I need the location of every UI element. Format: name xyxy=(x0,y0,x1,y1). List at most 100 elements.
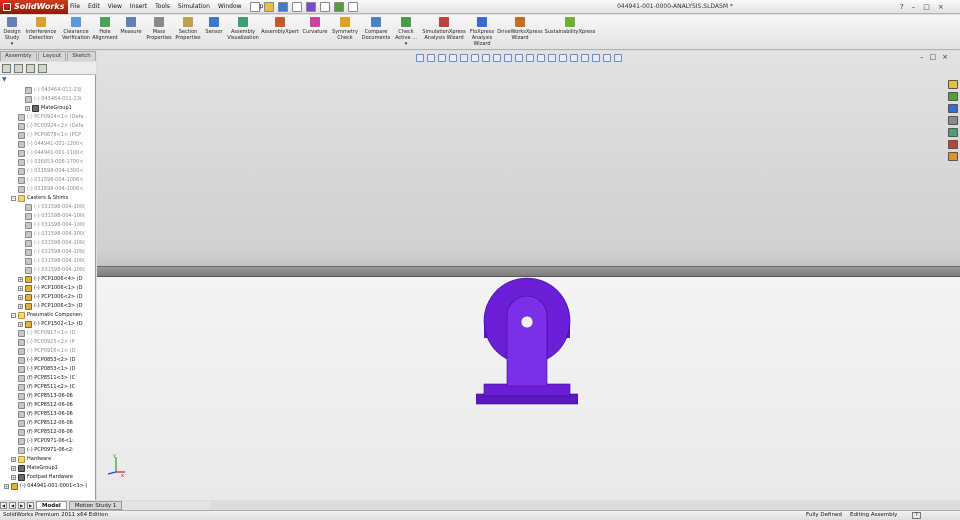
rotate-icon[interactable] xyxy=(526,54,534,62)
tree-item[interactable]: (-) PCP0916<1> (D xyxy=(18,347,76,356)
tab-model[interactable]: Model xyxy=(36,501,67,510)
edit-appearance-icon[interactable] xyxy=(493,54,501,62)
perspective-icon[interactable] xyxy=(570,54,578,62)
options-icon[interactable] xyxy=(348,2,358,12)
ribbon-button-8[interactable]: Assembly Visualization xyxy=(227,17,259,41)
expand-toggle-icon[interactable]: + xyxy=(18,286,23,291)
tree-item[interactable]: (-) 031598-004-100( xyxy=(25,266,85,275)
filter-icon[interactable]: ▼ xyxy=(2,76,14,84)
tree-item[interactable]: + (-) PCP1006<1> (D xyxy=(18,284,83,293)
ribbon-button-14[interactable]: SimulationXpress Analysis Wizard xyxy=(422,17,466,41)
ribbon-button-15[interactable]: FloXpress Analysis Wizard xyxy=(468,17,496,47)
tree-item[interactable]: + (-) PCP1502<1> (D xyxy=(18,320,83,329)
menu-window[interactable]: Window xyxy=(218,0,242,14)
display-style-icon[interactable] xyxy=(471,54,479,62)
rebuild-icon[interactable] xyxy=(334,2,344,12)
tree-item[interactable]: (-) 031598-004-1300< xyxy=(18,167,83,176)
ribbon-button-7[interactable]: Sensor xyxy=(204,17,224,35)
ribbon-button-13[interactable]: Check Active ... ▾ xyxy=(394,17,418,47)
tree-item[interactable]: (-) 031598-004-100( xyxy=(25,221,85,230)
expand-toggle-icon[interactable]: – xyxy=(11,313,16,318)
ribbon-button-1[interactable]: Interference Detection xyxy=(26,17,56,41)
tree-item[interactable]: (-) 036853-006-1700< xyxy=(18,158,83,167)
lights-icon[interactable] xyxy=(603,54,611,62)
tree-item[interactable]: (-) 031598-004-1006< xyxy=(18,185,83,194)
ribbon-button-5[interactable]: Mass Properties xyxy=(146,17,172,41)
tree-item[interactable]: – Pneumatic Componen xyxy=(11,311,82,320)
appearances-icon[interactable] xyxy=(948,140,958,149)
tab-motion-study[interactable]: Motion Study 1 xyxy=(68,501,123,510)
tab-sketch[interactable]: Sketch xyxy=(67,51,96,61)
tree-item[interactable]: (-) PCP0917<1> (D xyxy=(18,329,76,338)
view-settings-icon[interactable] xyxy=(515,54,523,62)
tree-item[interactable]: (-) 044941-001-1100< xyxy=(18,149,83,158)
select-icon[interactable] xyxy=(320,2,330,12)
tree-item[interactable]: (-) PCP0924<2> (Defa xyxy=(18,122,83,131)
expand-toggle-icon[interactable]: + xyxy=(11,457,16,462)
shadows-icon[interactable] xyxy=(559,54,567,62)
print-icon[interactable] xyxy=(292,2,302,12)
tree-item[interactable]: + Hardware xyxy=(11,455,51,464)
expand-toggle-icon[interactable]: + xyxy=(18,322,23,327)
tree-item[interactable]: (-) PCP0971-06<2: xyxy=(18,446,74,455)
minimize-button[interactable]: – xyxy=(912,0,916,14)
expand-toggle-icon[interactable]: + xyxy=(18,295,23,300)
tree-item[interactable]: (-) PCP0853<1> (D xyxy=(18,365,76,374)
ribbon-button-16[interactable]: DriveWorksXpress Wizard xyxy=(497,17,543,41)
tree-item[interactable]: (-) PCP0853<2> (D xyxy=(18,356,76,365)
pan-icon[interactable] xyxy=(537,54,545,62)
expand-toggle-icon[interactable]: – xyxy=(11,196,16,201)
tree-item[interactable]: (-) 044941-001-1200< xyxy=(18,140,83,149)
tree-item[interactable]: (f) PCP8511<2> (C xyxy=(18,383,75,392)
view-palette-icon[interactable] xyxy=(948,128,958,137)
ribbon-dropdown-icon[interactable]: ▾ xyxy=(405,41,408,47)
expand-toggle-icon[interactable]: + xyxy=(4,484,9,489)
tree-item[interactable]: (-) 031598-004-100( xyxy=(25,248,85,257)
menu-tools[interactable]: Tools xyxy=(155,0,170,14)
tree-item[interactable]: + Footpad Hardware xyxy=(11,473,73,482)
expand-toggle-icon[interactable]: + xyxy=(18,304,23,309)
tree-item[interactable]: + (-) PCP1006<3> (D xyxy=(18,302,83,311)
tree-item[interactable]: (f) PCP8513-06-06 xyxy=(18,392,73,401)
solidworks-logo[interactable]: SolidWorks xyxy=(0,0,68,14)
new-document-icon[interactable] xyxy=(250,2,260,12)
zoom-area-icon[interactable] xyxy=(427,54,435,62)
expand-toggle-icon[interactable]: + xyxy=(18,277,23,282)
tree-item[interactable]: (-) 031598-004-100( xyxy=(25,239,85,248)
tree-item[interactable]: (f) PCP8513-06-06 xyxy=(18,410,73,419)
previous-view-icon[interactable] xyxy=(438,54,446,62)
tree-item[interactable]: (-) 043464-011-23( xyxy=(25,95,82,104)
custom-properties-icon[interactable] xyxy=(948,152,958,161)
ribbon-button-6[interactable]: Section Properties xyxy=(175,17,201,41)
menu-view[interactable]: View xyxy=(108,0,122,14)
close-button[interactable]: × xyxy=(938,0,944,14)
status-help-icon[interactable]: ? xyxy=(912,512,921,519)
tree-item[interactable]: + (-) 044941-001-0001<1> ( xyxy=(4,482,87,491)
ribbon-button-17[interactable]: SustainabilityXpress xyxy=(545,17,595,35)
caster-model[interactable] xyxy=(476,276,578,406)
cartoon-icon[interactable] xyxy=(581,54,589,62)
next-tab-arrow-icon[interactable]: ▶ xyxy=(18,502,25,509)
viewport-close-button[interactable]: × xyxy=(942,53,948,61)
last-tab-arrow-icon[interactable]: ▶ xyxy=(27,502,34,509)
tree-item[interactable]: (f) PCP8512-06-06 xyxy=(18,419,73,428)
tree-item[interactable]: (f) PCP8511<3> (C xyxy=(18,374,75,383)
configuration-manager-icon[interactable] xyxy=(26,64,35,73)
tree-item[interactable]: + (-) PCP1006<4> (D xyxy=(18,275,83,284)
ribbon-button-4[interactable]: Measure xyxy=(120,17,142,35)
menu-file[interactable]: File xyxy=(70,0,80,14)
resources-icon[interactable] xyxy=(948,80,958,89)
property-manager-icon[interactable] xyxy=(14,64,23,73)
save-icon[interactable] xyxy=(278,2,288,12)
tree-item[interactable]: + (-) PCP1006<2> (D xyxy=(18,293,83,302)
tree-item[interactable]: (-) PCP0678<1> (PCP xyxy=(18,131,81,140)
tree-item[interactable]: + MateGroup1 xyxy=(11,464,58,473)
tree-item[interactable]: + MateGroup1 xyxy=(25,104,72,113)
tree-item[interactable]: (-) 031598-004-100( xyxy=(25,257,85,266)
tab-assembly[interactable]: Assembly xyxy=(0,51,37,61)
undo-icon[interactable] xyxy=(306,2,316,12)
ribbon-button-2[interactable]: Clearance Verification xyxy=(60,17,92,41)
expand-toggle-icon[interactable]: + xyxy=(11,475,16,480)
tab-layout[interactable]: Layout xyxy=(37,51,67,61)
tree-item[interactable]: (-) PCP0924<1> (Defa xyxy=(18,113,83,122)
